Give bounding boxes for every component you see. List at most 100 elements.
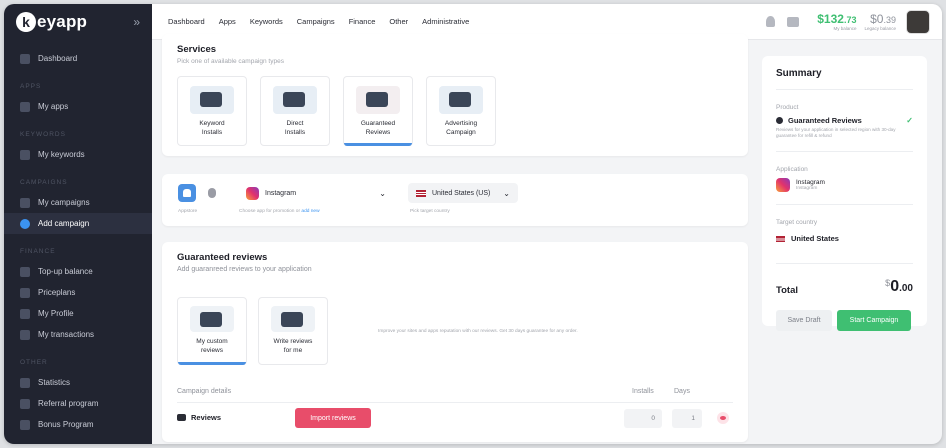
total-amount: $0.00	[885, 278, 913, 296]
sidebar-item-priceplans[interactable]: Priceplans	[4, 282, 152, 303]
save-draft-button[interactable]: Save Draft	[776, 310, 832, 331]
start-campaign-button[interactable]: Start Campaign	[837, 310, 911, 331]
sidebar-item-my-campaigns[interactable]: My campaigns	[4, 192, 152, 213]
android-icon	[183, 189, 191, 197]
nav-dashboard[interactable]: Dashboard	[168, 17, 205, 26]
remove-row-button[interactable]	[717, 412, 729, 424]
apple-icon[interactable]	[208, 188, 216, 198]
sidebar-section-keywords: KEYWORDS	[20, 131, 66, 138]
installs-input[interactable]: 0	[624, 409, 662, 428]
nav-campaigns[interactable]: Campaigns	[297, 17, 335, 26]
total-int: 0	[890, 278, 900, 295]
keyword-installs-icon	[190, 86, 234, 114]
sidebar-item-my-keywords[interactable]: My keywords	[4, 144, 152, 165]
sidebar-item-add-campaign[interactable]: Add campaign	[4, 213, 152, 234]
details-divider	[177, 402, 733, 403]
guaranteed-reviews-card: Guaranteed reviews Add guaranreed review…	[162, 242, 748, 442]
platform-caption: Appstore	[178, 209, 198, 214]
sidebar-item-dashboard[interactable]: Dashboard	[4, 48, 152, 69]
sidebar-item-statistics[interactable]: Statistics	[4, 372, 152, 393]
sidebar-section-finance: FINANCE	[20, 248, 56, 255]
service-advertising-campaign[interactable]: Advertising Campaign	[426, 76, 496, 146]
sidebar-item-label: My apps	[38, 102, 69, 111]
service-label: Campaign	[446, 129, 476, 136]
my-balance[interactable]: $132.73 My balance	[817, 12, 856, 31]
option-write-reviews-for-me[interactable]: Write reviews for me	[258, 297, 328, 365]
balance-cents: .73	[843, 15, 857, 25]
application-name: Instagram	[796, 179, 825, 186]
avatar[interactable]	[906, 9, 930, 34]
legacy-caption: Legacy balance	[864, 26, 896, 31]
selected-app: Instagram	[265, 189, 297, 197]
sidebar-item-label: Bonus Program	[38, 420, 94, 429]
selected-indicator	[178, 362, 246, 365]
logo[interactable]: k eyapp »	[4, 4, 152, 40]
transactions-icon	[20, 329, 30, 340]
import-reviews-button[interactable]: Import reviews	[295, 408, 371, 428]
sidebar-item-top-up-balance[interactable]: Top-up balance	[4, 261, 152, 282]
col-days: Days	[674, 388, 690, 395]
reviews-info: Improve your sites and apps reputation w…	[378, 329, 578, 334]
legacy-balance[interactable]: $0.39 Legacy balance	[864, 12, 896, 31]
dashboard-icon	[20, 53, 30, 64]
nav-apps[interactable]: Apps	[219, 17, 236, 26]
users-icon	[20, 398, 30, 409]
service-keyword-installs[interactable]: Keyword Installs	[177, 76, 247, 146]
us-flag-icon	[416, 189, 426, 197]
option-label: for me	[283, 347, 303, 354]
chevron-down-icon: ⌄	[503, 188, 510, 198]
product-row: Guaranteed Reviews ✓	[776, 116, 913, 125]
summary-divider	[776, 151, 913, 152]
product-label: Product	[776, 104, 799, 111]
sidebar-item-my-profile[interactable]: My Profile	[4, 303, 152, 324]
reviews-title: Guaranteed reviews	[177, 252, 268, 263]
selected-indicator	[344, 143, 412, 146]
service-label: Direct	[286, 120, 304, 127]
option-my-custom-reviews[interactable]: My custom reviews	[177, 297, 247, 365]
summary-divider	[776, 89, 913, 90]
application-sub: Instagram	[796, 186, 818, 191]
instagram-icon	[776, 178, 790, 192]
product-desc: Reviews for your application in selected…	[776, 127, 896, 138]
mail-icon[interactable]	[787, 16, 800, 27]
service-label: Installs	[284, 129, 306, 136]
sidebar: k eyapp » Dashboard APPS My apps KEYWORD…	[4, 4, 152, 444]
logo-text: eyapp	[37, 12, 88, 31]
country-dropdown[interactable]: United States (US) ⌄	[408, 183, 518, 203]
country-name: United States	[791, 234, 839, 243]
chevron-down-icon: ⌄	[379, 188, 386, 198]
campaigns-icon	[20, 197, 30, 208]
android-button[interactable]	[178, 184, 196, 202]
summary-title: Summary	[776, 68, 822, 79]
summary-divider	[776, 263, 913, 264]
sidebar-item-referral-program[interactable]: Referral program	[4, 393, 152, 414]
option-label: My custom	[196, 338, 228, 345]
service-label: Installs	[201, 129, 223, 136]
nav-finance[interactable]: Finance	[349, 17, 376, 26]
reviews-row: Reviews	[177, 413, 221, 422]
collapse-sidebar-icon[interactable]: »	[133, 15, 140, 29]
sidebar-item-bonus-program[interactable]: Bonus Program	[4, 414, 152, 435]
sidebar-item-my-transactions[interactable]: My transactions	[4, 324, 152, 345]
reviews-row-label: Reviews	[191, 413, 222, 422]
user-icon[interactable]	[766, 16, 776, 27]
country-label: Target country	[776, 219, 818, 226]
product-name: Guaranteed Reviews	[788, 116, 862, 125]
instagram-icon	[246, 186, 259, 200]
service-direct-installs[interactable]: Direct Installs	[260, 76, 330, 146]
nav-administrative[interactable]: Administrative	[422, 17, 469, 26]
balance-amount: $132	[817, 12, 844, 26]
nav-other[interactable]: Other	[389, 17, 408, 26]
add-new-link[interactable]: add new	[301, 209, 319, 214]
app-dropdown[interactable]: Instagram ⌄	[238, 183, 394, 203]
service-guaranteed-reviews[interactable]: Guaranteed Reviews	[343, 76, 413, 146]
country-row: United States	[776, 234, 913, 243]
nav-keywords[interactable]: Keywords	[250, 17, 283, 26]
days-input[interactable]: 1	[672, 409, 702, 428]
app-caption: Choose app for promotion or add new	[239, 209, 320, 214]
sidebar-item-my-apps[interactable]: My apps	[4, 96, 152, 117]
services-card: Services Pick one of available campaign …	[162, 34, 748, 156]
sidebar-item-label: My Profile	[38, 309, 74, 318]
option-label: reviews	[200, 347, 224, 354]
sidebar-item-label: Dashboard	[38, 54, 78, 63]
